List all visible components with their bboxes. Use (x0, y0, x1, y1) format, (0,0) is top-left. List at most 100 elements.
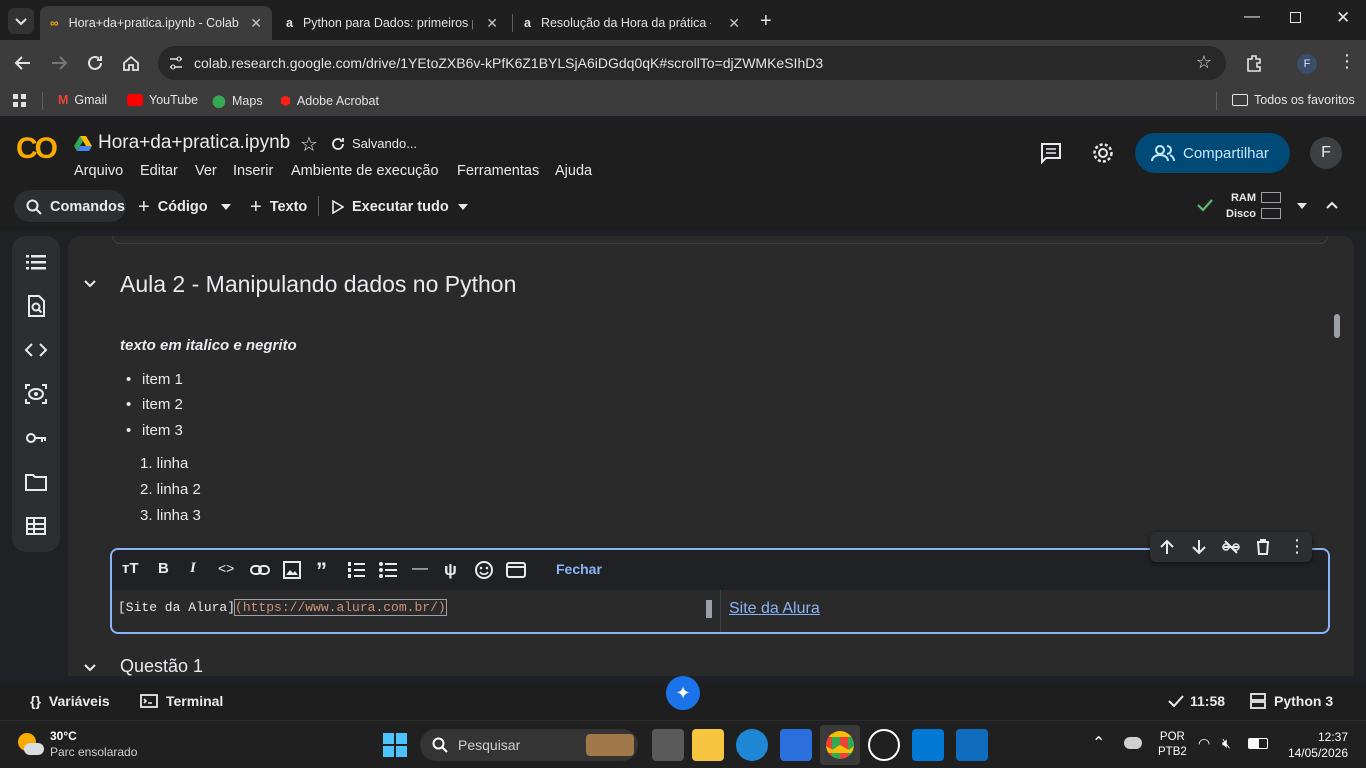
task-view-icon[interactable] (652, 729, 684, 761)
bold-icon[interactable]: B (158, 560, 178, 580)
bookmark-gmail[interactable]: M Gmail (58, 93, 107, 107)
delete-trash-icon[interactable] (1254, 538, 1272, 556)
execution-status[interactable]: 11:58 (1168, 693, 1225, 709)
move-up-icon[interactable] (1158, 538, 1176, 556)
windows-start-icon[interactable] (383, 733, 407, 757)
numbered-list-icon[interactable] (346, 560, 366, 580)
chevron-up-icon[interactable] (1326, 200, 1338, 210)
apps-grid-icon[interactable] (12, 93, 28, 109)
markdown-source[interactable]: [Site da Alura](https://www.alura.com.br… (118, 599, 447, 616)
commands-button[interactable]: Comandos (26, 192, 125, 222)
extensions-icon[interactable] (1244, 53, 1264, 73)
notebook-title[interactable]: Hora+da+pratica.ipynb (98, 132, 290, 154)
bookmark-youtube[interactable]: YouTube (127, 93, 198, 107)
tab-search-button[interactable] (8, 8, 34, 34)
table-of-contents-icon[interactable] (24, 250, 48, 274)
bookmark-maps[interactable]: ⬤ Maps (212, 93, 263, 109)
close-editor-button[interactable]: Fechar (556, 561, 602, 577)
settings-gear-icon[interactable] (1092, 142, 1114, 164)
menu-ambiente[interactable]: Ambiente de execução (291, 163, 439, 179)
run-all-button[interactable]: Executar tudo (332, 192, 449, 222)
bulleted-list-icon[interactable] (378, 560, 398, 580)
chevron-up-icon[interactable]: ⌃ (1092, 733, 1105, 753)
add-text-button[interactable]: + Texto (250, 192, 307, 222)
code-icon[interactable]: <> (218, 560, 238, 580)
menu-ajuda[interactable]: Ajuda (555, 163, 592, 179)
minimize-button[interactable]: — (1244, 8, 1260, 26)
gemini-sparkle-button[interactable]: ✦ (666, 676, 700, 710)
all-bookmarks[interactable]: Todos os favoritos (1232, 93, 1355, 107)
onedrive-cloud-icon[interactable] (1124, 737, 1142, 749)
image-icon[interactable] (282, 560, 302, 580)
home-icon[interactable] (122, 54, 140, 72)
caret-down-icon[interactable] (1296, 202, 1308, 210)
heading-icon[interactable]: тT (122, 560, 142, 580)
comments-icon[interactable] (1040, 142, 1062, 164)
menu-ver[interactable]: Ver (195, 163, 217, 179)
close-tab-icon[interactable]: ✕ (250, 15, 262, 32)
files-folder-icon[interactable] (24, 470, 48, 494)
variables-inspector-icon[interactable] (24, 382, 48, 406)
terminal-button[interactable]: Terminal (140, 693, 223, 709)
star-icon[interactable]: ☆ (300, 132, 318, 157)
close-tab-icon[interactable]: ✕ (728, 15, 740, 32)
bookmark-star-icon[interactable]: ☆ (1196, 52, 1212, 73)
new-tab-button[interactable]: + (760, 10, 772, 33)
data-table-icon[interactable] (24, 514, 48, 538)
bookmark-acrobat[interactable]: ⬢ Adobe Acrobat (280, 93, 379, 109)
menu-arquivo[interactable]: Arquivo (74, 163, 123, 179)
chrome-icon[interactable] (826, 731, 854, 759)
share-button[interactable]: Compartilhar (1135, 133, 1290, 173)
italic-icon[interactable]: I (190, 560, 210, 580)
add-code-button[interactable]: + Código (138, 192, 208, 222)
forward-arrow-icon[interactable] (50, 54, 68, 72)
code-snippets-icon[interactable] (24, 338, 48, 362)
tab-colab[interactable]: ∞ Hora+da+pratica.ipynb - Colab ✕ (40, 6, 272, 40)
move-down-icon[interactable] (1190, 538, 1208, 556)
horizontal-rule-icon[interactable]: — (412, 560, 432, 580)
variables-button[interactable]: {} Variáveis (30, 693, 110, 709)
clock[interactable]: 12:37 14/05/2026 (1282, 729, 1348, 761)
more-options-icon[interactable]: ⋮ (1288, 536, 1306, 557)
edge-browser-icon[interactable] (736, 729, 768, 761)
emoji-icon[interactable] (474, 560, 494, 580)
file-explorer-icon[interactable] (692, 729, 724, 761)
reload-icon[interactable] (86, 54, 104, 72)
runtime-indicator[interactable]: Python 3 (1250, 693, 1333, 709)
back-arrow-icon[interactable] (14, 54, 32, 72)
menu-inserir[interactable]: Inserir (233, 163, 273, 179)
site-settings-icon[interactable] (168, 55, 184, 71)
preview-toggle-icon[interactable] (506, 560, 526, 580)
dell-icon[interactable] (868, 729, 900, 761)
link-off-icon[interactable] (1222, 538, 1240, 556)
battery-icon[interactable] (1248, 738, 1268, 749)
user-avatar[interactable]: F (1310, 137, 1342, 169)
close-window-button[interactable]: ✕ (1336, 8, 1350, 28)
maximize-button[interactable] (1290, 12, 1301, 23)
quote-icon[interactable]: ” (316, 560, 336, 582)
volume-muted-icon[interactable]: 🔇︎ (1222, 735, 1231, 752)
latex-psi-icon[interactable]: ψ (444, 560, 464, 580)
wifi-icon[interactable]: ◠ (1198, 735, 1210, 752)
weather-sun-cloud-icon[interactable] (16, 731, 44, 759)
browser-menu-icon[interactable]: ⋮ (1338, 51, 1356, 72)
secrets-key-icon[interactable] (24, 426, 48, 450)
profile-avatar[interactable]: F (1297, 54, 1317, 74)
vscode-icon[interactable] (912, 729, 944, 761)
collapse-chevron-icon[interactable] (84, 664, 96, 672)
menu-ferramentas[interactable]: Ferramentas (457, 163, 539, 179)
tab-python-dados[interactable]: a Python para Dados: primeiros p ✕ (276, 6, 508, 40)
colab-logo[interactable]: CO (16, 132, 58, 166)
code-dropdown[interactable] (220, 192, 232, 222)
preview-link[interactable]: Site da Alura (729, 600, 820, 618)
close-tab-icon[interactable]: ✕ (486, 15, 498, 32)
resources-labels[interactable]: RAM Disco (1220, 190, 1256, 222)
input-language[interactable]: POR PTB2 (1158, 730, 1187, 760)
run-all-dropdown[interactable] (457, 192, 469, 222)
text-cell-editor[interactable]: тT B I <> ” — ψ Fechar [Site da Alura](h… (110, 548, 1330, 634)
collapse-chevron-icon[interactable] (84, 280, 96, 288)
scrollbar-thumb[interactable] (1334, 314, 1340, 338)
address-bar[interactable]: colab.research.google.com/drive/1YEtoZXB… (158, 46, 1226, 80)
menu-editar[interactable]: Editar (140, 163, 178, 179)
taskbar-search[interactable]: Pesquisar (420, 729, 638, 761)
